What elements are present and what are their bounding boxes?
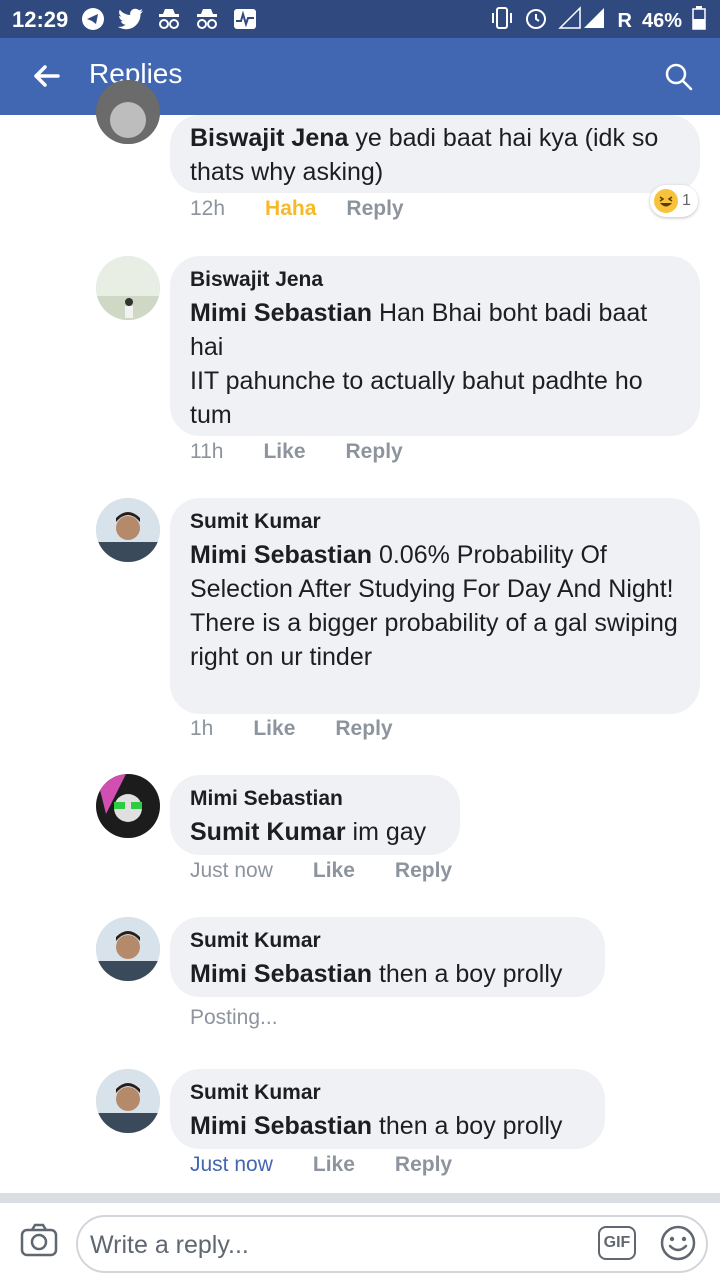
divider xyxy=(0,1193,720,1203)
laughing-emoji-icon xyxy=(654,189,678,213)
reply-button[interactable]: Reply xyxy=(346,440,403,464)
mention-link[interactable]: Mimi Sebastian xyxy=(190,1112,372,1140)
comment-bubble[interactable]: Sumit Kumar Mimi Sebastian then a boy pr… xyxy=(170,1069,605,1149)
comment-bubble[interactable]: Biswajit Jena ye badi baat hai kya (idk … xyxy=(170,115,700,193)
comment-actions: 12h Haha Reply xyxy=(190,197,404,221)
haha-reaction-button[interactable]: Haha xyxy=(265,197,316,221)
reply-button[interactable]: Reply xyxy=(395,859,452,883)
reply-button[interactable]: Reply xyxy=(395,1153,452,1177)
comment-author[interactable]: Sumit Kumar xyxy=(190,1081,585,1105)
comment-text-line-2: IIT pahunche to actually bahut padhte ho… xyxy=(190,367,643,429)
incognito-icon-2 xyxy=(194,6,220,32)
comment-bubble[interactable]: Mimi Sebastian Sumit Kumar im gay xyxy=(170,775,460,855)
comment-time: Just now xyxy=(190,1153,273,1176)
avatar[interactable] xyxy=(96,774,160,838)
comment-author[interactable]: Mimi Sebastian xyxy=(190,787,440,811)
notification-icons xyxy=(80,6,258,32)
camera-icon[interactable] xyxy=(20,1221,58,1259)
system-icons: R 46% xyxy=(490,6,706,36)
reply-input[interactable]: Write a reply... GIF xyxy=(76,1215,708,1273)
status-time: 12:29 xyxy=(12,7,69,32)
back-arrow-icon[interactable] xyxy=(30,60,62,92)
reaction-summary[interactable]: 1 xyxy=(650,185,698,217)
comment-text: then a boy prolly xyxy=(372,1112,563,1140)
comment-time: 1h xyxy=(190,717,214,740)
reply-placeholder: Write a reply... xyxy=(90,1231,249,1259)
comment-author[interactable]: Biswajit Jena xyxy=(190,268,680,292)
emoji-icon[interactable] xyxy=(660,1225,696,1261)
comment-actions: Just now Like Reply xyxy=(190,859,452,883)
vibrate-icon xyxy=(490,7,514,35)
signal-icon xyxy=(557,6,608,36)
like-button[interactable]: Like xyxy=(313,859,355,883)
reply-button[interactable]: Reply xyxy=(335,717,392,741)
avatar[interactable] xyxy=(96,1069,160,1133)
comment-bubble[interactable]: Biswajit Jena Mimi Sebastian Han Bhai bo… xyxy=(170,256,700,436)
comment-actions: 11h Like Reply xyxy=(190,440,403,464)
incognito-icon xyxy=(156,6,182,32)
like-button[interactable]: Like xyxy=(263,440,305,464)
comment-status: Posting... xyxy=(190,1006,278,1030)
avatar[interactable] xyxy=(96,498,160,562)
comment-author[interactable]: Sumit Kumar xyxy=(190,929,585,953)
gif-button[interactable]: GIF xyxy=(598,1226,636,1260)
avatar[interactable] xyxy=(96,256,160,320)
mention-link[interactable]: Sumit Kumar xyxy=(190,818,346,846)
activity-icon xyxy=(232,6,258,32)
avatar[interactable] xyxy=(96,80,160,144)
mention-link[interactable]: Biswajit Jena xyxy=(190,124,348,152)
mention-link[interactable]: Mimi Sebastian xyxy=(190,541,372,569)
comment-author[interactable]: Sumit Kumar xyxy=(190,510,680,534)
reply-composer: Write a reply... GIF xyxy=(0,1203,720,1280)
twitter-icon xyxy=(118,6,144,32)
posting-status: Posting... xyxy=(190,1006,278,1029)
comment-bubble[interactable]: Sumit Kumar Mimi Sebastian 0.06% Probabi… xyxy=(170,498,700,714)
like-button[interactable]: Like xyxy=(313,1153,355,1177)
comment-time: 12h xyxy=(190,197,226,220)
status-bar: 12:29 R 46% xyxy=(0,0,720,38)
comment-actions: Just now Like Reply xyxy=(190,1153,452,1177)
comment-text: im gay xyxy=(345,818,427,846)
battery-icon xyxy=(692,6,706,36)
mention-link[interactable]: Mimi Sebastian xyxy=(190,960,372,988)
telegram-icon xyxy=(80,6,106,32)
reaction-count: 1 xyxy=(682,192,691,209)
comment-actions: 1h Like Reply xyxy=(190,717,393,741)
comment-time: 11h xyxy=(190,440,224,463)
reply-button[interactable]: Reply xyxy=(346,197,403,221)
carrier-label: R xyxy=(617,9,632,32)
avatar[interactable] xyxy=(96,917,160,981)
like-button[interactable]: Like xyxy=(253,717,295,741)
comment-bubble[interactable]: Sumit Kumar Mimi Sebastian then a boy pr… xyxy=(170,917,605,997)
alarm-icon xyxy=(524,6,548,36)
comment-text: then a boy prolly xyxy=(372,960,563,988)
battery-label: 46% xyxy=(641,9,682,32)
comment-time: Just now xyxy=(190,859,273,882)
comment-text-line-2: There is a bigger probability of a gal s… xyxy=(190,609,678,671)
mention-link[interactable]: Mimi Sebastian xyxy=(190,299,372,327)
search-icon[interactable] xyxy=(664,62,694,92)
